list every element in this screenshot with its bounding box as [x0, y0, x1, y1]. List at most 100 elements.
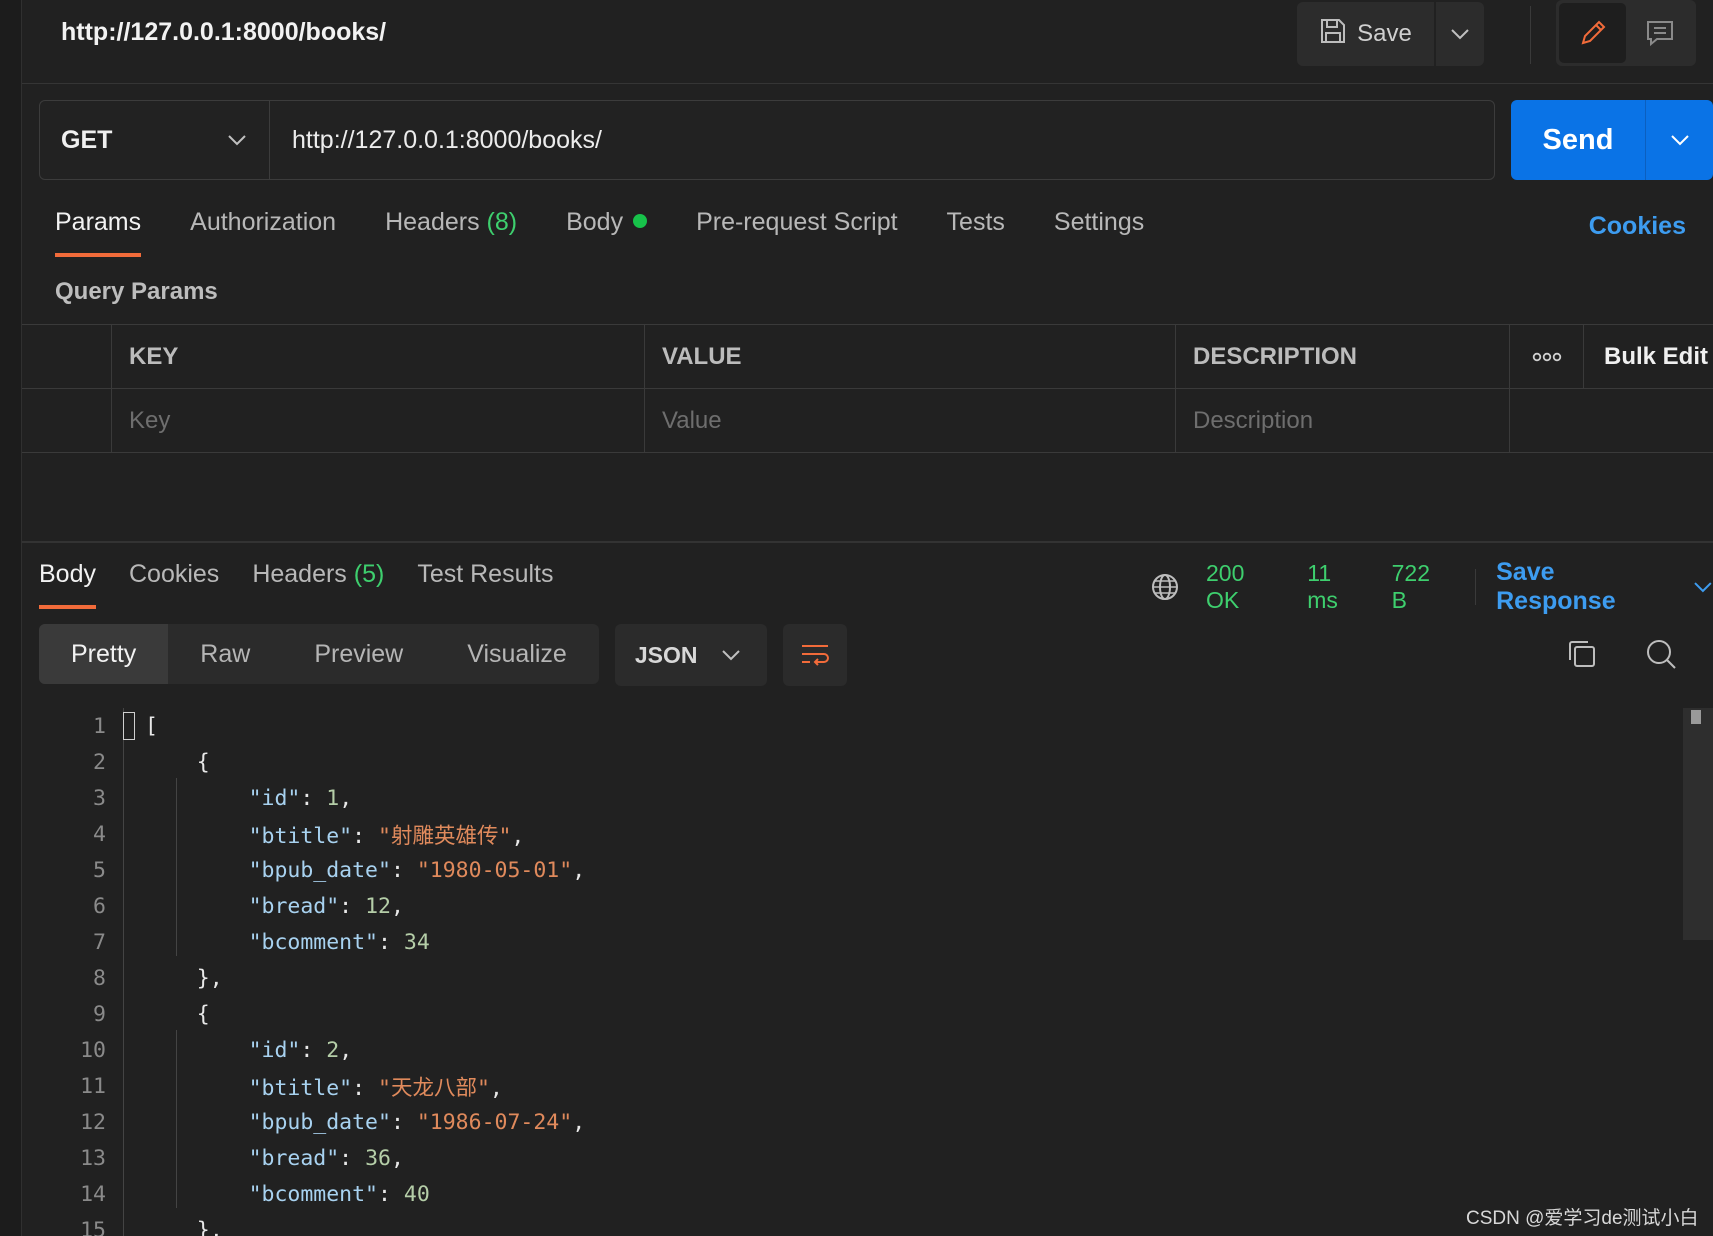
search-icon[interactable]	[1645, 638, 1677, 675]
more-icon	[1532, 352, 1561, 361]
response-tab-cookies[interactable]: Cookies	[129, 560, 219, 610]
tab-pre-request-script[interactable]: Pre-request Script	[696, 208, 897, 258]
comments-button[interactable]	[1626, 3, 1693, 63]
value-input[interactable]: Value	[645, 389, 1176, 452]
tab-body-label: Body	[566, 208, 624, 236]
line-number: 13	[80, 1145, 106, 1171]
code-text: },	[145, 965, 223, 991]
pane-divider[interactable]	[22, 541, 1713, 543]
send-button[interactable]: Send	[1511, 100, 1645, 180]
code-line: 9 {	[22, 996, 1683, 1032]
code-text: "bpub_date": "1980-05-01",	[248, 857, 586, 883]
send-button-group: Send	[1511, 100, 1713, 180]
request-tabs: Params Authorization Headers (8) Body Pr…	[55, 208, 1193, 258]
left-sidebar-strip	[0, 0, 22, 1236]
response-tab-body[interactable]: Body	[39, 560, 96, 610]
tab-authorization[interactable]: Authorization	[190, 208, 336, 258]
row-spacer	[1510, 389, 1713, 452]
response-time[interactable]: 11 ms	[1307, 560, 1367, 614]
line-number: 7	[93, 929, 106, 955]
tab-body[interactable]: Body	[566, 208, 648, 258]
code-line: 4 "btitle": "射雕英雄传",	[22, 816, 1683, 852]
tab-params[interactable]: Params	[55, 208, 142, 258]
line-number: 6	[93, 893, 106, 919]
description-input[interactable]: Description	[1176, 389, 1510, 452]
line-number: 10	[80, 1037, 106, 1063]
code-line: 3 "id": 1,	[22, 780, 1683, 816]
wrap-lines-icon	[801, 645, 829, 666]
cookies-link[interactable]: Cookies	[1589, 212, 1686, 241]
send-options-button[interactable]	[1645, 100, 1713, 180]
response-size[interactable]: 722 B	[1392, 560, 1452, 614]
code-text: [	[145, 713, 158, 739]
status-code[interactable]: 200 OK	[1206, 560, 1283, 614]
header-divider	[1530, 6, 1531, 64]
comment-icon	[1646, 21, 1673, 47]
code-text: "btitle": "天龙八部",	[248, 1075, 503, 1101]
pencil-icon	[1581, 20, 1605, 45]
view-raw[interactable]: Raw	[168, 624, 282, 684]
format-value: JSON	[634, 641, 698, 668]
response-headers-label: Headers	[252, 560, 347, 588]
code-text: "bcomment": 40	[248, 1181, 430, 1207]
code-text: "btitle": "射雕英雄传",	[248, 823, 525, 849]
tab-headers[interactable]: Headers (8)	[385, 208, 517, 258]
key-input[interactable]: Key	[112, 389, 645, 452]
code-text: "bread": 36,	[248, 1145, 404, 1171]
copy-icon[interactable]	[1566, 638, 1598, 675]
save-group: Save	[1297, 2, 1484, 66]
chevron-down-icon	[722, 650, 740, 661]
globe-icon[interactable]	[1150, 572, 1180, 602]
edit-button[interactable]	[1559, 3, 1626, 63]
save-response-button[interactable]: Save Response	[1496, 558, 1679, 616]
view-mode-toggle	[1556, 0, 1696, 66]
table-row: Key Value Description	[22, 389, 1713, 453]
code-text: "bread": 12,	[248, 893, 404, 919]
save-button[interactable]: Save	[1297, 2, 1434, 66]
tab-headers-label: Headers	[385, 208, 480, 236]
response-view-toolbar: Pretty Raw Preview Visualize JSON	[39, 624, 847, 686]
chevron-down-icon	[1670, 135, 1689, 146]
view-preview[interactable]: Preview	[282, 624, 435, 684]
response-body-editor[interactable]: 1 [ 2 { 3 "id": 1, 4 "btitle": "射雕英雄传", 5…	[22, 708, 1683, 1236]
code-line: 13 "bread": 36,	[22, 1140, 1683, 1176]
code-line: 7 "bcomment": 34	[22, 924, 1683, 960]
chevron-down-icon[interactable]	[1693, 581, 1713, 593]
view-mode-segment: Pretty Raw Preview Visualize	[39, 624, 599, 684]
request-url-bar: GET http://127.0.0.1:8000/books/	[39, 100, 1495, 180]
response-tab-test-results[interactable]: Test Results	[417, 560, 553, 610]
table-header-row: KEY VALUE DESCRIPTION Bulk Edit	[22, 325, 1713, 389]
row-checkbox-cell	[22, 389, 112, 452]
chevron-down-icon	[228, 135, 246, 146]
tab-settings[interactable]: Settings	[1054, 208, 1144, 258]
editor-scrollbar[interactable]	[1683, 708, 1713, 940]
bulk-edit-button[interactable]: Bulk Edit	[1584, 325, 1713, 388]
line-number: 2	[93, 749, 106, 775]
save-label: Save	[1357, 20, 1412, 47]
method-select[interactable]: GET	[40, 101, 270, 179]
format-select[interactable]: JSON	[614, 624, 767, 686]
request-title[interactable]: http://127.0.0.1:8000/books/	[61, 18, 386, 47]
line-number: 4	[93, 821, 106, 847]
code-text: {	[145, 749, 210, 775]
url-input[interactable]: http://127.0.0.1:8000/books/	[270, 101, 1494, 179]
code-line: 2 {	[22, 744, 1683, 780]
column-key: KEY	[112, 325, 645, 388]
code-text: },	[145, 1217, 223, 1236]
tab-tests[interactable]: Tests	[947, 208, 1005, 258]
code-line: 15 },	[22, 1212, 1683, 1236]
view-pretty[interactable]: Pretty	[39, 624, 169, 684]
wrap-lines-button[interactable]	[782, 624, 847, 686]
code-text: "bcomment": 34	[248, 929, 430, 955]
line-number: 12	[80, 1109, 106, 1135]
save-options-button[interactable]	[1436, 2, 1484, 66]
line-number: 8	[93, 965, 106, 991]
column-description: DESCRIPTION	[1176, 325, 1510, 388]
more-options-button[interactable]	[1510, 325, 1584, 388]
line-number: 1	[93, 713, 106, 739]
scrollbar-thumb[interactable]	[1691, 710, 1701, 724]
view-visualize[interactable]: Visualize	[435, 624, 599, 684]
line-number: 5	[93, 857, 106, 883]
response-tab-headers[interactable]: Headers (5)	[252, 560, 384, 610]
body-indicator-dot	[633, 214, 648, 229]
